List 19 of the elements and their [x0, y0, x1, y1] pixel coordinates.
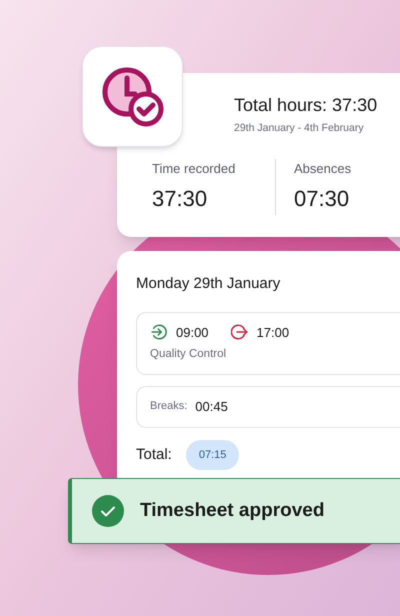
department-label: Quality Control: [150, 347, 228, 362]
stat-label: Absences: [294, 160, 352, 178]
stat-value: 07:30: [294, 185, 350, 214]
total-value: 07:15: [186, 440, 240, 470]
check-circle-icon: [92, 495, 124, 527]
total-hours-title: Total hours: 37:30: [234, 94, 378, 117]
clock-in-time: 09:00: [176, 324, 209, 342]
stat-value: 37:30: [152, 185, 208, 214]
date-range: 29th January - 4th February: [234, 121, 364, 136]
breaks-value: 00:45: [195, 398, 228, 416]
day-title: Monday 29th January: [136, 274, 282, 294]
clock-out-time: 17:00: [256, 324, 290, 342]
clock-out-icon: [230, 323, 249, 342]
clock-check-icon: [100, 66, 164, 128]
toast-message: Timesheet approved: [140, 498, 324, 523]
total-label: Total:: [136, 444, 172, 464]
breaks-label: Breaks:: [150, 399, 188, 414]
clock-in-icon: [150, 323, 168, 342]
stat-label: Time recorded: [152, 160, 236, 178]
